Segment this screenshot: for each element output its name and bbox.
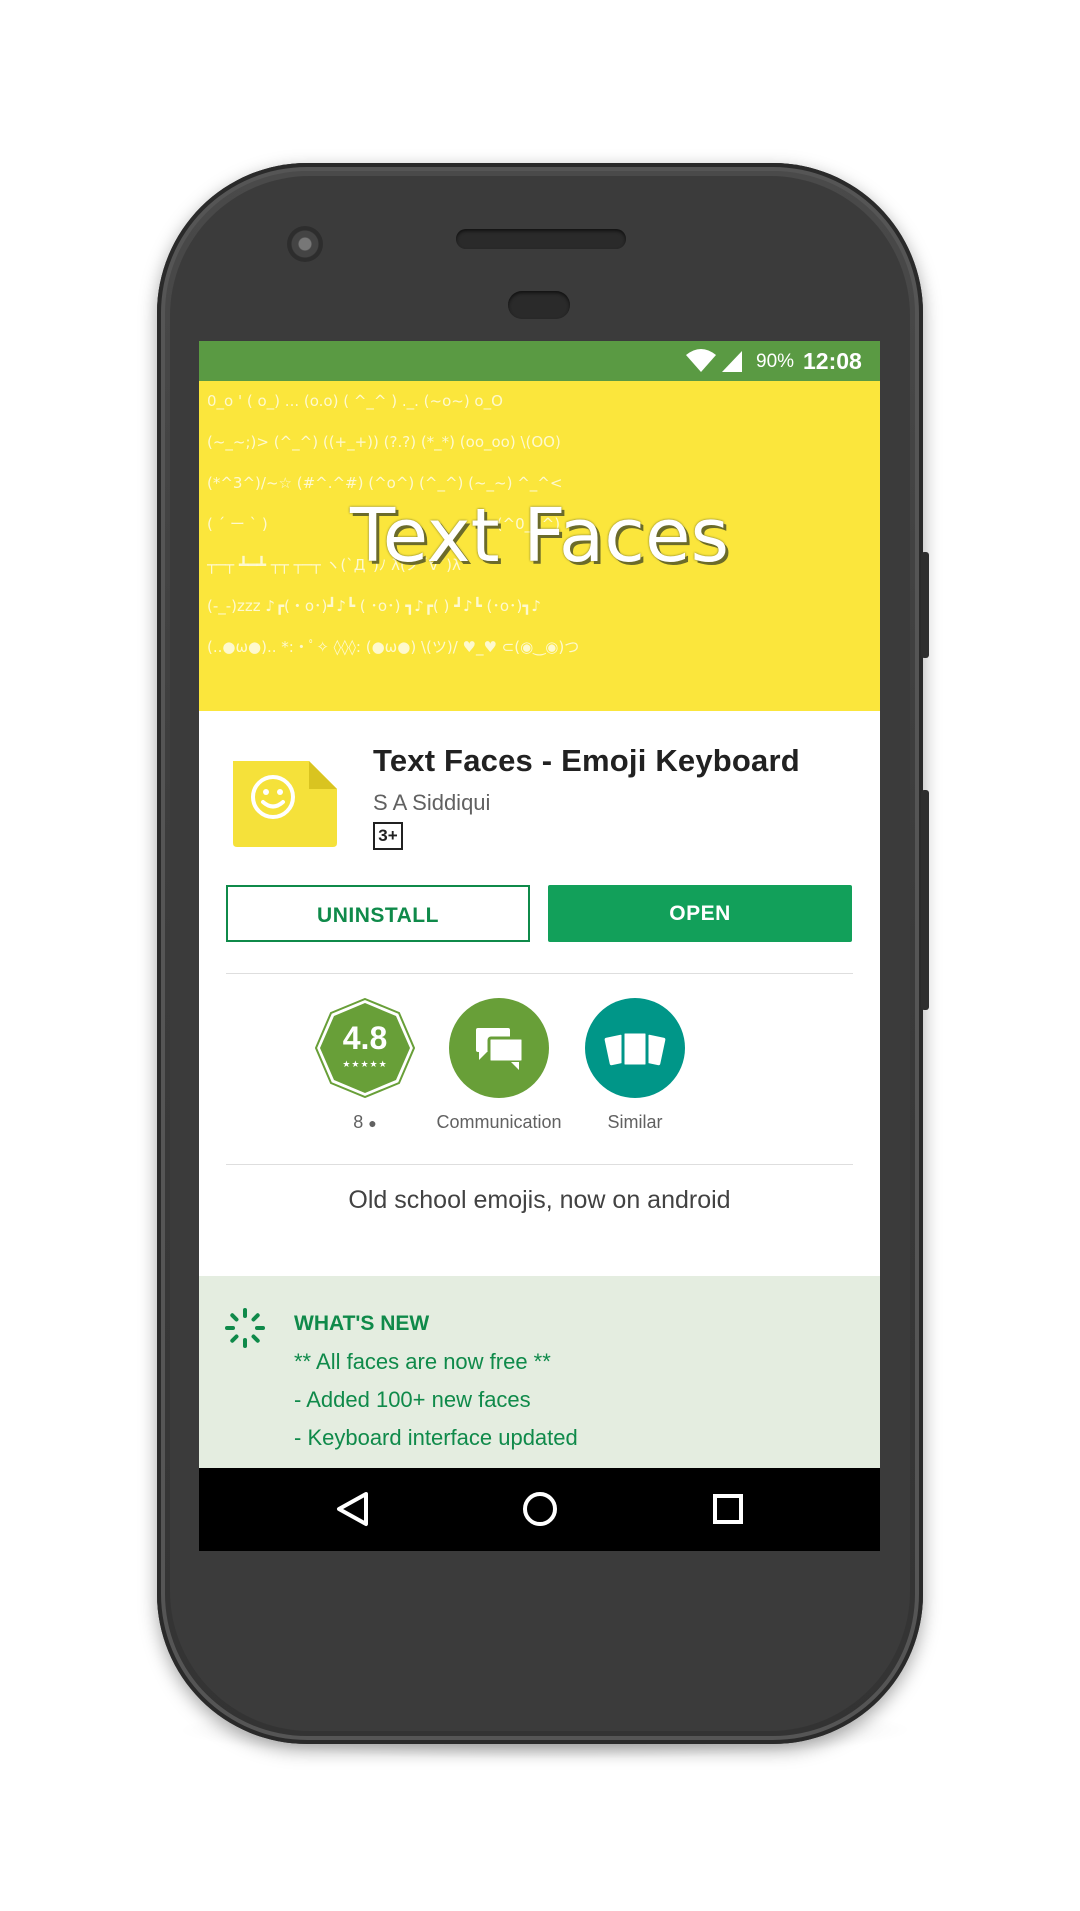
power-button	[921, 552, 929, 658]
home-icon[interactable]	[521, 1490, 559, 1528]
recents-icon[interactable]	[710, 1490, 746, 1528]
loading-sparkle-icon	[225, 1308, 265, 1348]
open-button[interactable]: OPEN	[548, 885, 852, 942]
divider-bottom	[226, 1164, 853, 1165]
whats-new-line: - Added 100+ new faces	[294, 1387, 531, 1412]
status-clock: 12:08	[803, 348, 862, 374]
reviews-count-row: 8 ●	[295, 1112, 435, 1133]
wifi-icon	[686, 349, 716, 372]
uninstall-button[interactable]: UNINSTALL	[226, 885, 530, 942]
category-icon	[449, 998, 549, 1098]
back-icon[interactable]	[334, 1490, 370, 1528]
similar-icon	[585, 998, 685, 1098]
volume-button	[921, 790, 929, 1010]
status-bar: 90% 12:08	[199, 341, 880, 381]
divider-top	[226, 973, 853, 974]
battery-percent: 90%	[756, 351, 795, 372]
rating-stat[interactable]: 4.8 ★★★★★ 8 ●	[295, 998, 435, 1133]
screen: 90% 12:08 0_o ' ( o_) ... (o.o) ( ^_^ ) …	[199, 341, 880, 1551]
person-icon: ●	[368, 1115, 377, 1131]
category-label: Communication	[436, 1112, 562, 1132]
front-camera	[287, 226, 323, 262]
app-title: Text Faces - Emoji Keyboard	[373, 743, 800, 778]
banner-title: Text Faces	[349, 493, 730, 579]
age-rating-badge: 3+	[373, 822, 403, 850]
whats-new-line: - Keyboard interface updated	[294, 1425, 578, 1450]
feature-banner: 0_o ' ( o_) ... (o.o) ( ^_^ ) ._. (~o~) …	[199, 381, 880, 711]
whats-new-heading: WHAT'S NEW	[294, 1312, 430, 1335]
developer-link[interactable]: S A Siddiqui	[373, 790, 490, 816]
similar-label: Similar	[607, 1112, 663, 1132]
rating-stars: ★★★★★	[342, 1060, 388, 1070]
speaker-grille	[456, 229, 626, 249]
signal-icon	[722, 351, 742, 372]
similar-stat[interactable]: Similar	[565, 998, 705, 1133]
whats-new-line: ** All faces are now free **	[294, 1349, 551, 1374]
rating-value: 4.8	[342, 1020, 388, 1056]
app-icon[interactable]	[229, 759, 339, 849]
rating-badge: 4.8 ★★★★★	[315, 998, 415, 1098]
reviews-count: 8	[353, 1112, 364, 1132]
navigation-bar	[199, 1468, 880, 1551]
category-stat[interactable]: Communication	[429, 998, 569, 1133]
earpiece	[508, 291, 570, 319]
app-tagline[interactable]: Old school emojis, now on android	[199, 1186, 880, 1215]
